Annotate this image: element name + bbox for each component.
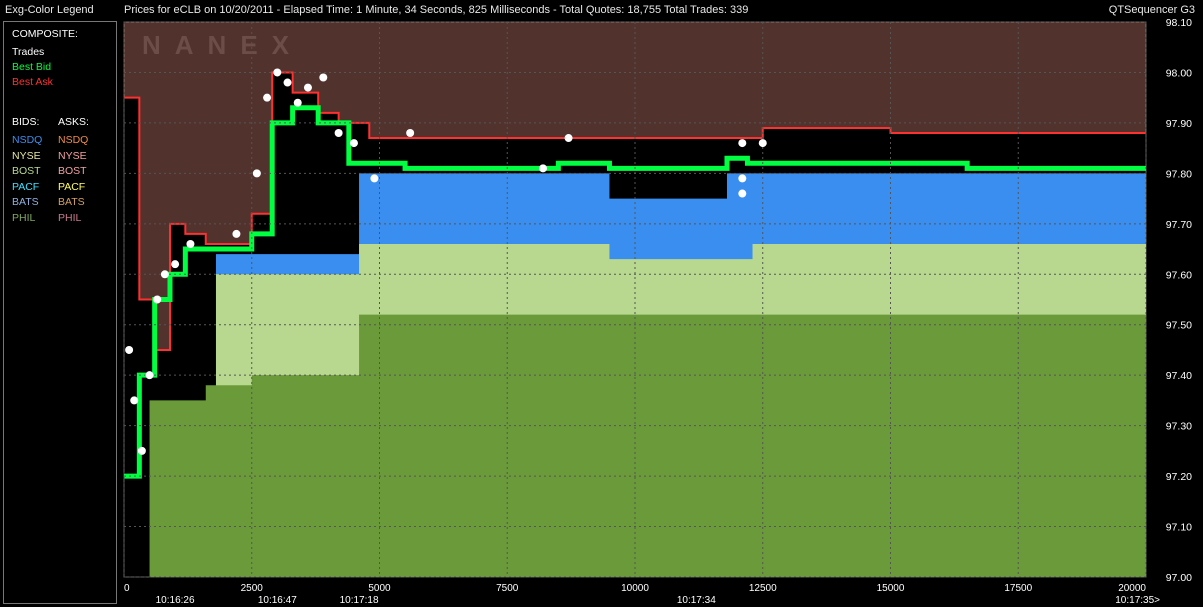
x-tick-label: 5000 [368, 583, 391, 594]
price-chart: NANEX97.0097.1097.2097.3097.4097.5097.60… [123, 17, 1192, 606]
trade-point [293, 98, 302, 107]
y-tick-label: 97.70 [1166, 219, 1192, 231]
time-tick-label: 10:16:47 [258, 595, 297, 606]
y-tick-label: 97.20 [1166, 471, 1192, 483]
trade-point [232, 229, 241, 238]
trade-point [370, 174, 379, 183]
trade-point [406, 129, 415, 137]
trade-point [349, 139, 358, 148]
trade-point [283, 78, 292, 87]
trade-point [738, 189, 747, 198]
x-tick-label: 2500 [241, 583, 264, 594]
trade-point [125, 345, 134, 354]
y-tick-label: 97.90 [1166, 118, 1192, 130]
y-tick-label: 97.60 [1166, 269, 1192, 281]
y-tick-label: 97.80 [1166, 168, 1192, 180]
x-tick-label: 17500 [1004, 583, 1032, 594]
x-tick-label: 15000 [877, 583, 905, 594]
trade-point [252, 169, 261, 178]
trade-point [738, 174, 747, 183]
time-tick-label: 10:17:18 [340, 595, 379, 606]
trade-point [160, 270, 169, 279]
time-tick-label: 10:17:34 [677, 595, 716, 606]
trade-point [334, 129, 343, 137]
x-tick-label: 12500 [749, 583, 777, 594]
x-tick-label: 0 [124, 583, 130, 594]
trade-point [319, 73, 328, 82]
x-tick-label: 20000 [1118, 583, 1146, 594]
time-tick-label: 10:17:35> [1115, 595, 1160, 606]
trade-point [273, 68, 282, 77]
time-tick-label: 10:16:26 [156, 595, 195, 606]
trade-point [539, 164, 548, 173]
y-tick-label: 97.00 [1166, 572, 1192, 584]
y-tick-label: 98.00 [1166, 67, 1192, 79]
trade-point [758, 139, 767, 148]
trade-point [564, 134, 573, 143]
trade-point [130, 396, 139, 405]
trade-point [738, 139, 747, 148]
trade-point [137, 446, 146, 455]
trade-point [171, 260, 180, 269]
trade-point [145, 371, 154, 380]
x-tick-label: 10000 [621, 583, 649, 594]
trade-point [153, 295, 162, 304]
trade-point [186, 240, 195, 248]
y-tick-label: 97.30 [1166, 421, 1192, 433]
trade-point [303, 83, 312, 92]
y-tick-label: 97.10 [1166, 522, 1192, 534]
y-tick-label: 97.50 [1166, 320, 1192, 332]
trade-point [263, 93, 272, 102]
y-tick-label: 98.10 [1166, 17, 1192, 29]
y-tick-label: 97.40 [1166, 370, 1192, 382]
x-tick-label: 7500 [496, 583, 519, 594]
